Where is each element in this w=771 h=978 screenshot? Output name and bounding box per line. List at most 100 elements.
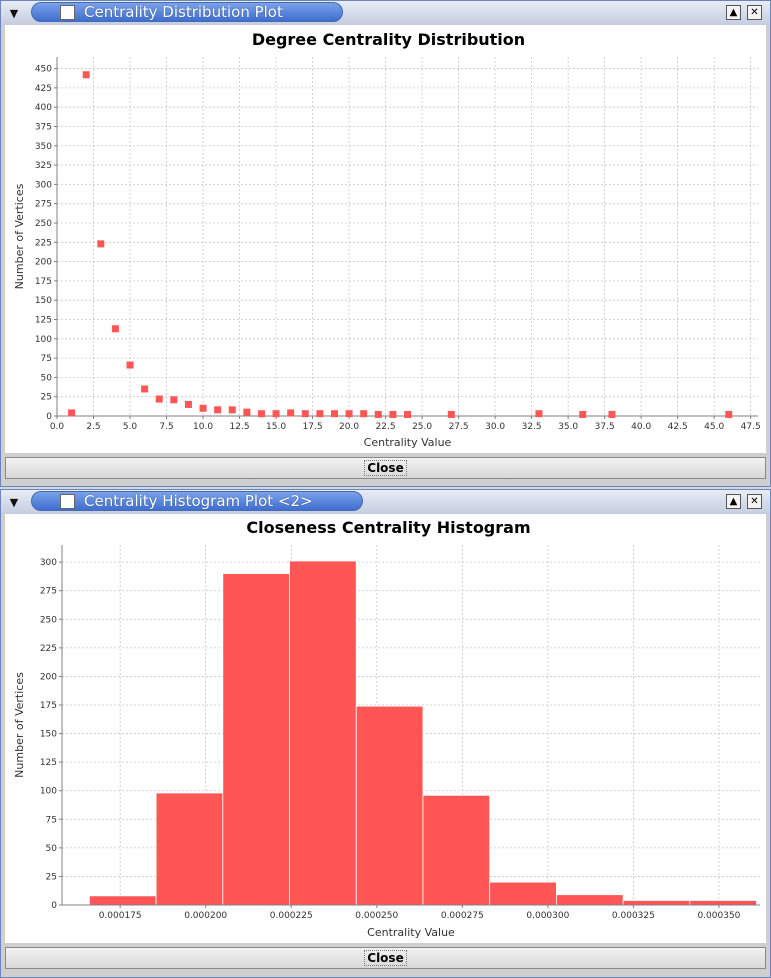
data-point — [404, 410, 411, 418]
y-tick-label: 400 — [35, 103, 52, 113]
y-tick-label: 0 — [46, 412, 52, 422]
histogram-bar — [489, 881, 557, 906]
data-point — [111, 325, 119, 333]
x-tick-label: 0.000250 — [355, 911, 398, 921]
close-icon[interactable]: ✕ — [747, 5, 762, 20]
y-axis-label: Number of Vertices — [13, 183, 26, 289]
x-tick-label: 27.5 — [449, 422, 469, 432]
y-tick-label: 75 — [41, 354, 52, 364]
data-point — [257, 410, 265, 418]
histogram-bar — [556, 894, 624, 906]
window-menu-icon[interactable]: ▼ — [4, 493, 24, 511]
y-tick-label: 150 — [35, 296, 52, 306]
chart-panel: Degree Centrality Distribution 0.0 2.5 5.0 7… — [5, 25, 766, 453]
y-tick-label: 275 — [35, 200, 52, 210]
x-tick-label: 0.000175 — [99, 911, 142, 921]
close-button[interactable]: Close — [5, 947, 766, 969]
data-point — [389, 410, 397, 418]
y-tick-label: 225 — [40, 644, 57, 654]
histogram-bar — [289, 560, 357, 906]
x-tick-label: 40.0 — [631, 422, 651, 432]
closeness-histogram-chart: Closeness Centrality Histogram 0.000175 0.… — [13, 518, 760, 939]
title-pill: Centrality Histogram Plot <2> — [31, 491, 363, 511]
x-tick-label: 20.0 — [339, 422, 359, 432]
close-button-label: Close — [364, 950, 407, 966]
close-button[interactable]: Close — [5, 457, 766, 479]
data-point — [301, 410, 309, 418]
chart-panel: Closeness Centrality Histogram 0.000175 0.… — [5, 514, 766, 943]
x-tick-label: 37.5 — [595, 422, 615, 432]
y-tick-label: 0 — [51, 901, 57, 911]
x-tick-label: 15.0 — [266, 422, 286, 432]
y-tick-label: 300 — [40, 558, 57, 568]
y-tick-label: 250 — [40, 615, 57, 625]
data-point — [287, 409, 295, 417]
data-point — [141, 385, 149, 393]
y-tick-label: 25 — [46, 872, 57, 882]
chart-title: Closeness Centrality Histogram — [246, 518, 530, 537]
y-tick-label: 125 — [40, 758, 57, 768]
y-tick-label: 25 — [41, 393, 52, 403]
window-titlebar[interactable]: ▼ Centrality Histogram Plot <2> ▲ ✕ — [1, 490, 770, 514]
data-point — [345, 410, 353, 418]
x-tick-label: 0.000350 — [697, 911, 740, 921]
histogram-bar — [88, 895, 157, 906]
y-tick-label: 275 — [40, 587, 57, 597]
close-button-label: Close — [364, 460, 407, 476]
x-tick-label: 2.5 — [86, 422, 100, 432]
plot-area — [57, 57, 758, 416]
data-point — [608, 410, 616, 418]
data-point — [330, 410, 338, 418]
x-tick-label: 0.0 — [50, 422, 65, 432]
window-menu-icon[interactable]: ▼ — [4, 4, 24, 22]
x-tick-label: 10.0 — [193, 422, 213, 432]
histogram-bar — [622, 900, 691, 906]
chart-title: Degree Centrality Distribution — [252, 30, 525, 49]
data-point — [170, 396, 178, 404]
x-tick-label: 0.000325 — [612, 911, 655, 921]
y-tick-label: 425 — [35, 84, 52, 94]
y-tick-label: 175 — [35, 277, 52, 287]
data-point — [97, 240, 105, 248]
data-point — [447, 410, 455, 418]
window-titlebar[interactable]: ▼ Centrality Distribution Plot ▲ ✕ — [1, 1, 770, 25]
y-tick-label: 100 — [40, 787, 57, 797]
data-point — [316, 410, 324, 418]
x-tick-label: 32.5 — [522, 422, 542, 432]
close-icon[interactable]: ✕ — [747, 494, 762, 509]
x-tick-label: 45.0 — [704, 422, 724, 432]
data-point — [535, 410, 543, 418]
maximize-icon[interactable]: ▲ — [726, 494, 741, 509]
y-tick-label: 350 — [35, 142, 52, 152]
window-title: Centrality Histogram Plot <2> — [84, 492, 313, 510]
x-tick-label: 22.5 — [376, 422, 396, 432]
y-tick-label: 175 — [40, 701, 57, 711]
x-tick-label: 0.000275 — [441, 911, 484, 921]
x-tick-label: 5.0 — [123, 422, 138, 432]
x-tick-label: 35.0 — [558, 422, 578, 432]
data-point — [126, 361, 134, 369]
y-tick-label: 450 — [35, 65, 52, 75]
window-title: Centrality Distribution Plot — [84, 3, 283, 21]
y-tick-label: 200 — [40, 672, 57, 682]
data-point — [214, 406, 222, 414]
y-tick-label: 250 — [35, 219, 52, 229]
x-axis-label: Centrality Value — [364, 436, 452, 449]
x-tick-label: 0.000300 — [526, 911, 569, 921]
y-tick-label: 375 — [35, 122, 52, 132]
histogram-bar — [155, 792, 224, 906]
maximize-icon[interactable]: ▲ — [726, 5, 741, 20]
y-tick-label: 75 — [46, 815, 57, 825]
data-point — [184, 400, 192, 408]
y-tick-label: 50 — [46, 844, 58, 854]
x-tick-label: 0.000225 — [270, 911, 313, 921]
data-point — [360, 410, 368, 418]
y-tick-label: 100 — [35, 335, 52, 345]
histogram-bar — [689, 900, 757, 906]
y-tick-label: 225 — [35, 238, 52, 248]
data-point — [725, 410, 733, 418]
x-tick-label: 30.0 — [485, 422, 505, 432]
data-point — [243, 408, 251, 416]
y-tick-label: 125 — [35, 315, 52, 325]
degree-scatter-chart: Degree Centrality Distribution 0.0 2.5 5.0 7… — [13, 30, 761, 449]
